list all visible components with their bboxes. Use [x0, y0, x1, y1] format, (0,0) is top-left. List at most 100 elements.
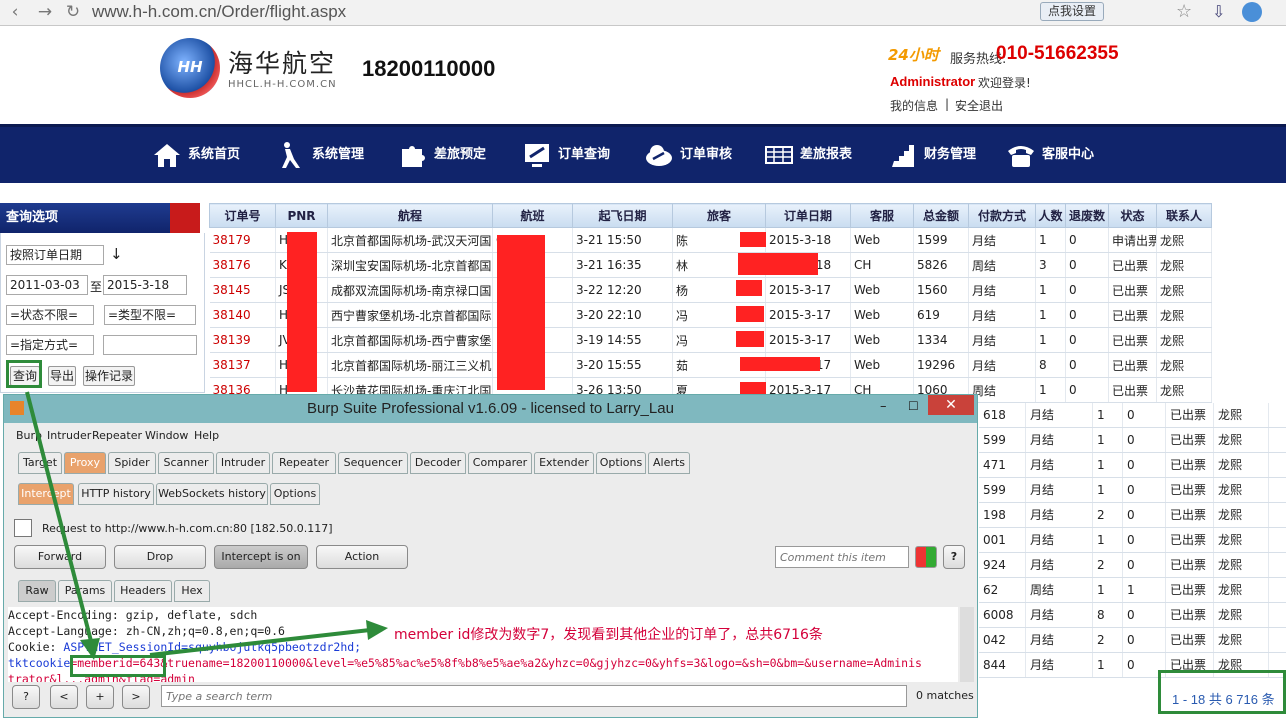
- nav-travel-booking[interactable]: 差旅预定: [398, 141, 486, 169]
- intercept-toggle[interactable]: Intercept is on: [214, 545, 308, 569]
- viewtab-raw[interactable]: Raw: [18, 580, 56, 602]
- forward-icon[interactable]: →: [34, 2, 56, 22]
- tab-intruder[interactable]: Intruder: [216, 452, 270, 474]
- column-header[interactable]: 人数: [1035, 203, 1066, 228]
- table-cell[interactable]: 38176: [209, 252, 276, 278]
- menu-window[interactable]: Window: [145, 429, 188, 442]
- tab-comparer[interactable]: Comparer: [468, 452, 532, 474]
- add-button[interactable]: +: [86, 685, 114, 709]
- tab-proxy[interactable]: Proxy: [64, 452, 106, 474]
- column-header[interactable]: 总金额: [913, 203, 969, 228]
- column-header[interactable]: PNR: [275, 203, 328, 228]
- date-to-input[interactable]: 2015-3-18: [103, 275, 187, 295]
- viewtab-hex[interactable]: Hex: [174, 580, 210, 602]
- table-cell[interactable]: 38139: [209, 327, 276, 353]
- subtab-http-history[interactable]: HTTP history: [78, 483, 154, 505]
- column-header[interactable]: 航班: [492, 203, 573, 228]
- nav-home[interactable]: 系统首页: [152, 141, 240, 169]
- table-row[interactable]: 599 月结 1 0 已出票 龙熙: [979, 478, 1286, 503]
- table-row[interactable]: 618 月结 1 0 已出票 龙熙: [979, 403, 1286, 428]
- viewtab-params[interactable]: Params: [58, 580, 112, 602]
- sort-arrow-icon[interactable]: ↓: [110, 245, 123, 263]
- next-match-button[interactable]: >: [122, 685, 150, 709]
- star-icon[interactable]: ☆: [1176, 1, 1192, 22]
- drop-button[interactable]: Drop: [114, 545, 206, 569]
- nav-system[interactable]: 系统管理: [276, 141, 364, 169]
- type-select[interactable]: =类型不限=: [104, 305, 196, 325]
- nav-customer-service[interactable]: 客服中心: [1006, 141, 1094, 169]
- table-row[interactable]: 38179H北京首都国际机场-武汉天河国际C3-21 15:50陈2015-3-…: [209, 227, 1212, 253]
- menu-burp[interactable]: Burp: [16, 429, 42, 442]
- keyword-input[interactable]: [103, 335, 197, 355]
- operation-log-button[interactable]: 操作记录: [83, 366, 135, 386]
- tab-target[interactable]: Target: [18, 452, 62, 474]
- column-header[interactable]: 付款方式: [968, 203, 1036, 228]
- comment-input[interactable]: [775, 546, 909, 568]
- table-row[interactable]: 6008 月结 8 0 已出票 龙熙: [979, 603, 1286, 628]
- settings-button[interactable]: 点我设置: [1040, 2, 1104, 21]
- table-row[interactable]: 38176K深圳宝安国际机场-北京首都国际3-21 16:35林2015-3-1…: [209, 252, 1212, 278]
- table-row[interactable]: 38145 JS 成都双流国际机场-南京禄口国际 3-22 12:20 杨 2015-3-…: [209, 277, 1212, 303]
- column-header[interactable]: 客服: [850, 203, 914, 228]
- column-header[interactable]: 航程: [327, 203, 493, 228]
- tab-decoder[interactable]: Decoder: [410, 452, 466, 474]
- search-extension-icon[interactable]: [1242, 2, 1262, 22]
- status-select[interactable]: =状态不限=: [6, 305, 94, 325]
- viewtab-headers[interactable]: Headers: [114, 580, 172, 602]
- table-row[interactable]: 471 月结 1 0 已出票 龙熙: [979, 453, 1286, 478]
- table-cell[interactable]: 38145: [209, 277, 276, 303]
- table-row[interactable]: 599 月结 1 0 已出票 龙熙: [979, 428, 1286, 453]
- tab-extender[interactable]: Extender: [534, 452, 594, 474]
- tab-sequencer[interactable]: Sequencer: [338, 452, 408, 474]
- address-bar[interactable]: www.h-h.com.cn/Order/flight.aspx: [92, 1, 992, 23]
- nav-order-review[interactable]: 订单审核: [644, 141, 732, 169]
- tab-alerts[interactable]: Alerts: [648, 452, 690, 474]
- table-row[interactable]: 001 月结 1 0 已出票 龙熙: [979, 528, 1286, 553]
- column-header[interactable]: 联系人: [1156, 203, 1212, 228]
- table-row[interactable]: 924 月结 2 0 已出票 龙熙: [979, 553, 1286, 578]
- column-header[interactable]: 起飞日期: [572, 203, 673, 228]
- tab-repeater[interactable]: Repeater: [272, 452, 336, 474]
- table-row[interactable]: 62 周结 1 1 已出票 龙熙: [979, 578, 1286, 603]
- column-header[interactable]: 订单号: [209, 203, 276, 228]
- menu-repeater[interactable]: Repeater: [92, 429, 142, 442]
- column-header[interactable]: 订单日期: [765, 203, 851, 228]
- table-row[interactable]: 38137H北京首都国际机场-丽江三义机3-20 15:55茹2015-3-17…: [209, 352, 1212, 378]
- search-term-input[interactable]: [161, 685, 907, 707]
- table-row[interactable]: 38139 JV 北京首都国际机场-西宁曹家堡 3-19 14:55 冯 2015-3-1…: [209, 327, 1212, 353]
- nav-finance[interactable]: 财务管理: [888, 141, 976, 169]
- back-icon[interactable]: ‹: [4, 2, 26, 22]
- tab-spider[interactable]: Spider: [108, 452, 156, 474]
- column-header[interactable]: 状态: [1108, 203, 1157, 228]
- extension-icon[interactable]: ⇩: [1212, 2, 1225, 21]
- table-row[interactable]: 198 月结 2 0 已出票 龙熙: [979, 503, 1286, 528]
- date-from-input[interactable]: 2011-03-03: [6, 275, 88, 295]
- export-button[interactable]: 导出: [48, 366, 76, 386]
- menu-intruder[interactable]: Intruder: [47, 429, 91, 442]
- highlight-color-icon[interactable]: [915, 546, 937, 568]
- menu-help[interactable]: Help: [194, 429, 219, 442]
- minimize-icon[interactable]: –: [880, 399, 887, 414]
- editor-scrollbar[interactable]: [960, 607, 974, 682]
- action-button[interactable]: Action: [316, 545, 408, 569]
- nav-travel-report[interactable]: 差旅报表: [764, 141, 852, 169]
- nav-order-query[interactable]: 订单查询: [522, 141, 610, 169]
- maximize-icon[interactable]: ☐: [908, 399, 919, 413]
- pay-method-select[interactable]: =指定方式=: [6, 335, 94, 355]
- date-type-select[interactable]: 按照订单日期: [6, 245, 104, 265]
- subtab-websockets-history[interactable]: WebSockets history: [156, 483, 268, 505]
- prev-match-button[interactable]: <: [50, 685, 78, 709]
- subtab-intercept[interactable]: Intercept: [18, 483, 74, 505]
- forward-button[interactable]: Forward: [14, 545, 106, 569]
- logout-link[interactable]: 安全退出: [955, 97, 1003, 114]
- tab-scanner[interactable]: Scanner: [158, 452, 214, 474]
- table-row[interactable]: 38140 H 西宁曹家堡机场-北京首都国际 3-20 22:10 冯 2015-3-17…: [209, 302, 1212, 328]
- table-cell[interactable]: 38179: [209, 227, 276, 253]
- column-header[interactable]: 退废数: [1065, 203, 1109, 228]
- table-row[interactable]: 042 月结 2 0 已出票 龙熙: [979, 628, 1286, 653]
- tab-options[interactable]: Options: [596, 452, 646, 474]
- column-header[interactable]: 旅客: [672, 203, 766, 228]
- table-cell[interactable]: 38140: [209, 302, 276, 328]
- close-icon[interactable]: ✕: [928, 395, 974, 415]
- table-cell[interactable]: 38137: [209, 352, 276, 378]
